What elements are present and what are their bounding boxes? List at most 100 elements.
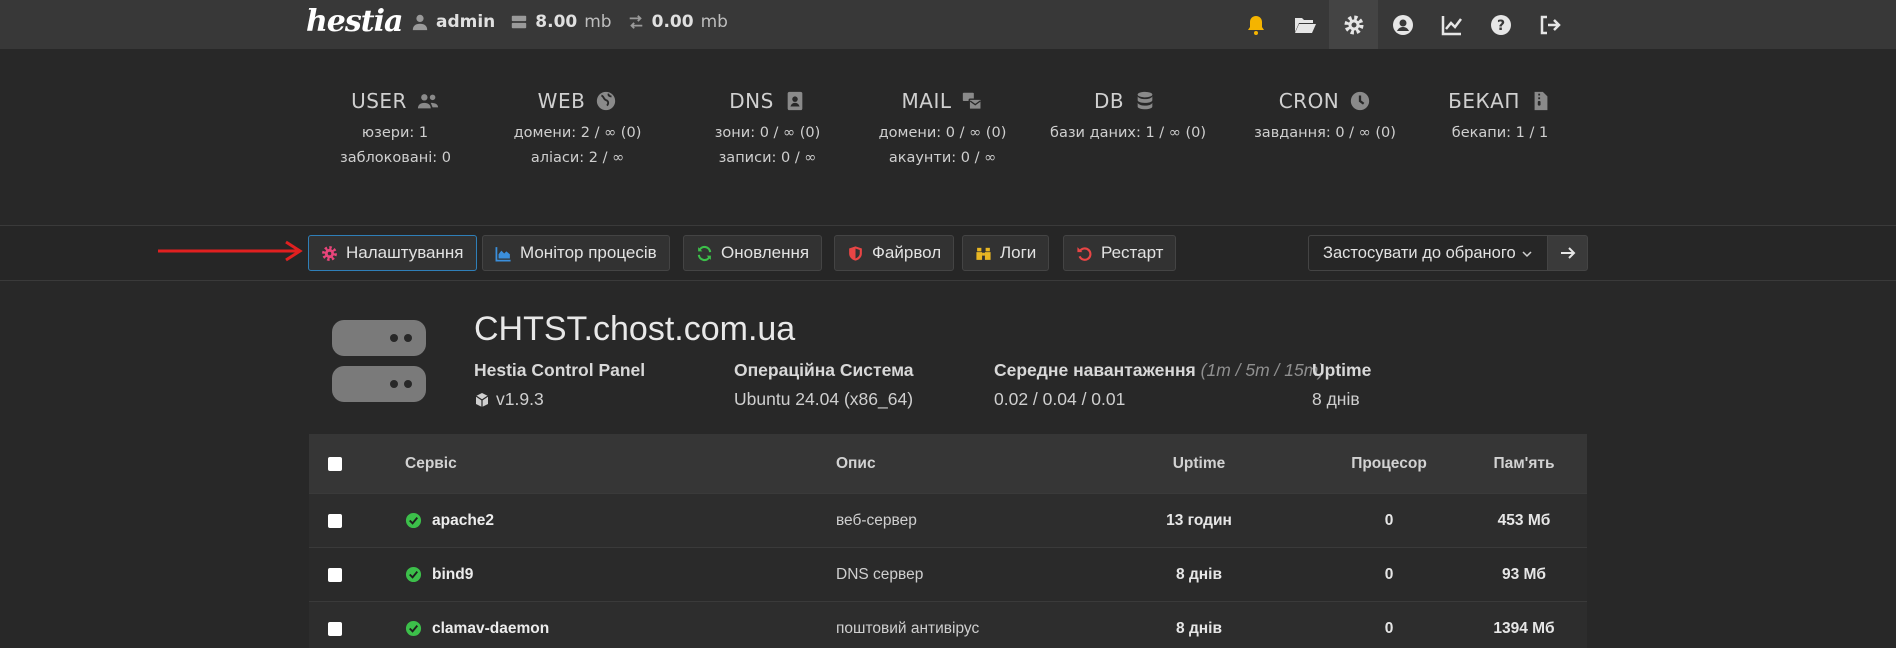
top-account-info: admin 8.00 mb 0.00 mb <box>411 12 737 32</box>
help-button[interactable]: ? <box>1476 0 1525 49</box>
globe-icon <box>597 91 616 111</box>
stat-backup[interactable]: БЕКАП бекапи: 1 / 1 <box>1445 86 1555 141</box>
bulk-action-select-label: Застосувати до обраного <box>1323 243 1516 262</box>
os-label: Операційна Система <box>734 360 914 380</box>
file-manager-button[interactable] <box>1280 0 1329 49</box>
firewall-button-label: Файрвол <box>872 243 942 262</box>
chart-area-icon <box>495 246 511 261</box>
row-checkbox[interactable] <box>328 513 342 528</box>
header-service[interactable]: Сервіс <box>405 455 457 473</box>
service-name[interactable]: apache2 <box>405 512 494 530</box>
binoculars-icon <box>976 247 991 260</box>
bulk-action-select[interactable]: Застосувати до обраного <box>1308 235 1548 271</box>
bandwidth-value: 0.00 <box>651 12 694 32</box>
logout-button[interactable] <box>1525 0 1574 49</box>
logs-button[interactable]: Логи <box>962 235 1050 271</box>
settings-button[interactable]: Налаштування <box>308 235 477 271</box>
user-icon <box>412 14 428 31</box>
stat-db-line: бази даних: 1 / ∞ (0) <box>1050 125 1207 141</box>
service-memory: 93 Мб <box>1501 565 1547 583</box>
logout-icon <box>1540 15 1561 34</box>
stat-db[interactable]: DB бази даних: 1 / ∞ (0) <box>1050 86 1207 141</box>
service-uptime: 8 днів <box>1176 565 1222 583</box>
address-book-icon <box>787 91 803 111</box>
select-all-checkbox[interactable] <box>328 456 342 471</box>
folder-open-icon <box>1294 17 1316 33</box>
users-icon <box>417 94 439 109</box>
check-circle-icon <box>405 566 422 583</box>
row-checkbox[interactable] <box>328 567 342 582</box>
settings-button-label: Налаштування <box>346 243 464 262</box>
usage-stats: USER юзери: 1 заблоковані: 0 WEB домени:… <box>300 86 1590 186</box>
service-uptime: 13 годин <box>1166 511 1232 529</box>
header-uptime[interactable]: Uptime <box>1099 455 1299 473</box>
top-icon-menu: ? <box>1231 0 1574 49</box>
clock-icon <box>1351 91 1370 111</box>
os-info: Операційна Система Ubuntu 24.04 (x86_64) <box>734 360 914 410</box>
stat-cron-line: завдання: 0 / ∞ (0) <box>1254 125 1396 141</box>
gear-icon <box>322 245 337 261</box>
panel-version: v1.9.3 <box>496 389 544 409</box>
table-row[interactable]: bind9 DNS сервер 8 днів 0 93 Мб <box>309 547 1587 601</box>
firewall-button[interactable]: Файрвол <box>834 235 955 271</box>
stat-user[interactable]: USER юзери: 1 заблоковані: 0 <box>340 86 451 166</box>
stat-mail[interactable]: MAIL домени: 0 / ∞ (0) акаунти: 0 / ∞ <box>865 86 1020 166</box>
bandwidth-usage: 0.00 mb <box>627 12 728 32</box>
updates-button-label: Оновлення <box>721 243 810 262</box>
bandwidth-unit: mb <box>700 12 728 32</box>
stat-dns[interactable]: DNS зони: 0 / ∞ (0) записи: 0 / ∞ <box>700 86 835 166</box>
load-label: Середне навантаження <box>994 360 1196 380</box>
stat-web-line: аліаси: 2 / ∞ <box>530 150 625 166</box>
stat-dns-line: записи: 0 / ∞ <box>718 150 817 166</box>
restart-button[interactable]: Рестарт <box>1063 235 1177 271</box>
stat-mail-line: акаунти: 0 / ∞ <box>888 150 997 166</box>
hestia-logo[interactable]: hestia <box>306 4 403 39</box>
stat-user-title: USER <box>351 89 407 113</box>
process-monitor-button[interactable]: Монітор процесів <box>482 235 670 271</box>
service-name-label: apache2 <box>432 511 495 529</box>
check-circle-icon <box>405 620 422 637</box>
service-name[interactable]: bind9 <box>405 566 473 584</box>
stat-user-line: заблоковані: 0 <box>340 150 451 166</box>
service-cpu: 0 <box>1384 565 1394 583</box>
file-archive-icon <box>1534 91 1548 111</box>
load-sublabel: (1m / 5m / 15m) <box>1200 360 1325 380</box>
table-row[interactable]: clamav-daemon поштовий антивірус 8 днів … <box>309 601 1587 648</box>
stat-web-title: WEB <box>537 89 586 113</box>
table-header: Сервіс Опис Uptime Процесор Пам'ять <box>309 434 1587 493</box>
user-info[interactable]: admin <box>411 12 495 32</box>
stat-mail-line: домени: 0 / ∞ (0) <box>878 125 1007 141</box>
stat-dns-line: зони: 0 / ∞ (0) <box>714 125 821 141</box>
service-uptime: 8 днів <box>1176 619 1222 637</box>
gear-icon <box>1344 15 1363 34</box>
load-info: Середне навантаження (1m / 5m / 15m) 0.0… <box>994 360 1324 410</box>
notifications-button[interactable] <box>1231 0 1280 49</box>
stat-cron[interactable]: CRON завдання: 0 / ∞ (0) <box>1250 86 1400 141</box>
sync-icon <box>697 245 712 261</box>
stat-user-line: юзери: 1 <box>361 125 429 141</box>
users-button[interactable] <box>1378 0 1427 49</box>
shield-icon <box>849 245 862 261</box>
disk-unit: mb <box>584 12 612 32</box>
service-memory: 1394 Мб <box>1493 619 1555 637</box>
updates-button[interactable]: Оновлення <box>683 235 823 271</box>
server-icon <box>332 320 426 402</box>
question-icon: ? <box>1490 14 1511 35</box>
header-memory[interactable]: Пам'ять <box>1469 455 1579 473</box>
table-row[interactable]: apache2 веб-сервер 13 годин 0 453 Мб <box>309 493 1587 547</box>
server-settings-button[interactable] <box>1329 0 1378 49</box>
stat-web[interactable]: WEB домени: 2 / ∞ (0) аліаси: 2 / ∞ <box>505 86 650 166</box>
service-name-label: clamav-daemon <box>432 619 550 637</box>
row-checkbox[interactable] <box>328 621 342 636</box>
header-description[interactable]: Опис <box>836 455 876 473</box>
database-icon <box>1137 91 1153 110</box>
service-cpu: 0 <box>1384 619 1394 637</box>
header-cpu[interactable]: Процесор <box>1309 455 1469 473</box>
service-name[interactable]: clamav-daemon <box>405 620 549 638</box>
restart-button-label: Рестарт <box>1101 243 1164 262</box>
apply-button[interactable] <box>1547 235 1588 271</box>
statistics-button[interactable] <box>1427 0 1476 49</box>
arrow-right-icon <box>1560 247 1575 259</box>
hard-drive-icon <box>512 15 527 29</box>
service-memory: 453 Мб <box>1497 511 1551 529</box>
